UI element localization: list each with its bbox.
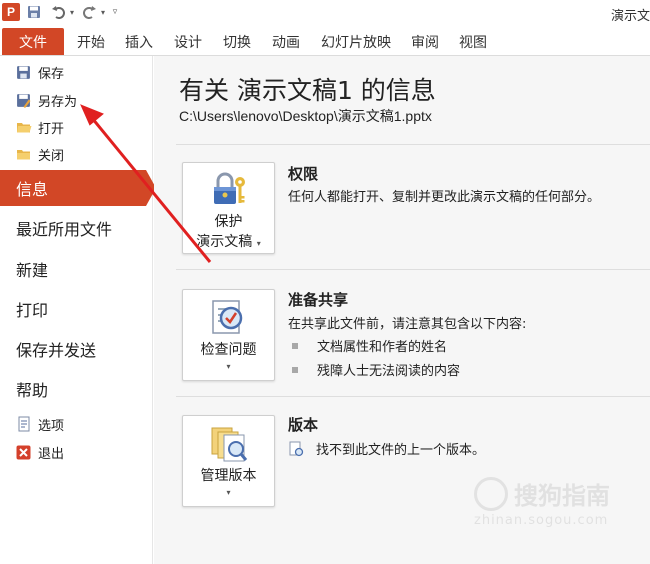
window-title: 演示文: [610, 9, 650, 24]
nav-close-label: 关闭: [38, 148, 65, 164]
nav-close[interactable]: 关闭: [15, 143, 64, 165]
nav-help[interactable]: 帮助: [0, 371, 153, 407]
backstage-nav: 保存 另存为 打开 关闭 信息 最近所用文件 新建 打印 保存并发送 帮助 选项…: [0, 56, 156, 564]
tab-review[interactable]: 审阅: [411, 32, 439, 52]
tab-design[interactable]: 设计: [174, 32, 202, 52]
nav-recent[interactable]: 最近所用文件: [0, 210, 153, 246]
nav-open[interactable]: 打开: [15, 116, 64, 138]
nav-options-label: 选项: [38, 418, 65, 434]
nav-new[interactable]: 新建: [0, 251, 153, 287]
nav-save-as-label: 另存为: [38, 94, 78, 110]
title-bar: P ▾ ▾ ▿ 演示文: [0, 0, 650, 26]
list-item-text: 文档属性和作者的姓名: [317, 340, 448, 355]
manage-versions-button[interactable]: 管理版本 ▾: [182, 415, 275, 507]
watermark-url: zhinan.sogou.com: [474, 513, 609, 528]
protect-presentation-button[interactable]: 保护 演示文稿 ▾: [182, 162, 275, 254]
bullet-icon: [292, 342, 298, 349]
inspect-document-icon: [209, 297, 249, 337]
tab-insert[interactable]: 插入: [125, 32, 153, 52]
permissions-description: 任何人都能打开、复制并更改此演示文稿的任何部分。: [288, 190, 601, 205]
list-item: 文档属性和作者的姓名: [292, 336, 447, 355]
tab-slideshow[interactable]: 幻灯片放映: [321, 32, 391, 52]
nav-info[interactable]: 信息: [0, 170, 156, 206]
nav-options[interactable]: 选项: [15, 413, 64, 435]
nav-recent-label: 最近所用文件: [16, 220, 113, 239]
nav-print[interactable]: 打印: [0, 291, 153, 327]
lock-key-icon: [209, 170, 249, 210]
page-title: 有关 演示文稿1 的信息: [179, 76, 436, 105]
nav-print-label: 打印: [16, 301, 49, 320]
file-path: C:\Users\lenovo\Desktop\演示文稿1.pptx: [179, 108, 432, 124]
nav-save-label: 保存: [38, 66, 65, 82]
chevron-down-icon: ▾: [226, 488, 231, 497]
versions-heading: 版本: [288, 416, 319, 434]
divider: [176, 144, 650, 145]
nav-save-send[interactable]: 保存并发送: [0, 331, 153, 367]
nav-save[interactable]: 保存: [15, 61, 64, 83]
ribbon-tabs: 文件 开始 插入 设计 切换 动画 幻灯片放映 审阅 视图: [0, 26, 650, 56]
redo-icon[interactable]: [82, 3, 98, 21]
undo-dropdown-icon[interactable]: ▾: [68, 3, 76, 21]
prepare-description: 在共享此文件前，请注意其包含以下内容:: [288, 317, 527, 332]
versions-description: 找不到此文件的上一个版本。: [316, 443, 486, 458]
nav-open-label: 打开: [38, 121, 65, 137]
divider: [176, 269, 650, 270]
check-issues-label: 检查问题: [200, 342, 257, 358]
permissions-heading: 权限: [288, 165, 319, 183]
protect-button-line2: 演示文稿 ▾: [196, 234, 261, 250]
sogou-logo-icon: [474, 476, 508, 511]
bullet-icon: [292, 366, 298, 373]
tab-animations[interactable]: 动画: [272, 32, 300, 52]
chevron-down-icon: ▾: [226, 362, 231, 371]
info-panel: 有关 演示文稿1 的信息 C:\Users\lenovo\Desktop\演示文…: [154, 56, 650, 564]
open-folder-icon: [15, 119, 32, 135]
save-icon[interactable]: [25, 3, 43, 21]
powerpoint-logo-icon[interactable]: P: [2, 3, 20, 21]
watermark: 搜狗指南 zhinan.sogou.com: [474, 476, 610, 528]
save-as-icon: [15, 92, 32, 108]
list-item-text: 残障人士无法阅读的内容: [317, 364, 461, 379]
nav-exit-label: 退出: [38, 446, 65, 462]
exit-icon: [15, 444, 32, 460]
nav-help-label: 帮助: [16, 381, 49, 400]
nav-new-label: 新建: [16, 261, 49, 280]
tab-view[interactable]: 视图: [459, 32, 487, 52]
close-folder-icon: [15, 146, 32, 162]
version-doc-icon: [288, 441, 304, 457]
versions-icon: [209, 423, 249, 463]
options-icon: [15, 416, 32, 432]
versions-description-row: 找不到此文件的上一个版本。: [288, 439, 485, 458]
tab-file[interactable]: 文件: [2, 28, 64, 55]
nav-save-as[interactable]: 另存为: [15, 89, 77, 111]
redo-dropdown-icon[interactable]: ▾: [100, 3, 106, 21]
nav-info-label: 信息: [16, 180, 49, 199]
tab-home[interactable]: 开始: [77, 32, 105, 52]
save-icon: [15, 64, 32, 80]
nav-exit[interactable]: 退出: [15, 441, 64, 463]
undo-icon[interactable]: [50, 3, 66, 21]
tab-transitions[interactable]: 切换: [223, 32, 251, 52]
manage-versions-label: 管理版本: [200, 468, 257, 484]
list-item: 残障人士无法阅读的内容: [292, 360, 460, 379]
protect-button-line1: 保护: [214, 214, 243, 230]
customize-toolbar-icon[interactable]: ▿: [110, 3, 120, 21]
prepare-heading: 准备共享: [288, 291, 349, 309]
watermark-brand: 搜狗指南: [514, 482, 610, 510]
nav-save-send-label: 保存并发送: [16, 341, 97, 360]
divider: [176, 396, 650, 397]
check-issues-button[interactable]: 检查问题 ▾: [182, 289, 275, 381]
